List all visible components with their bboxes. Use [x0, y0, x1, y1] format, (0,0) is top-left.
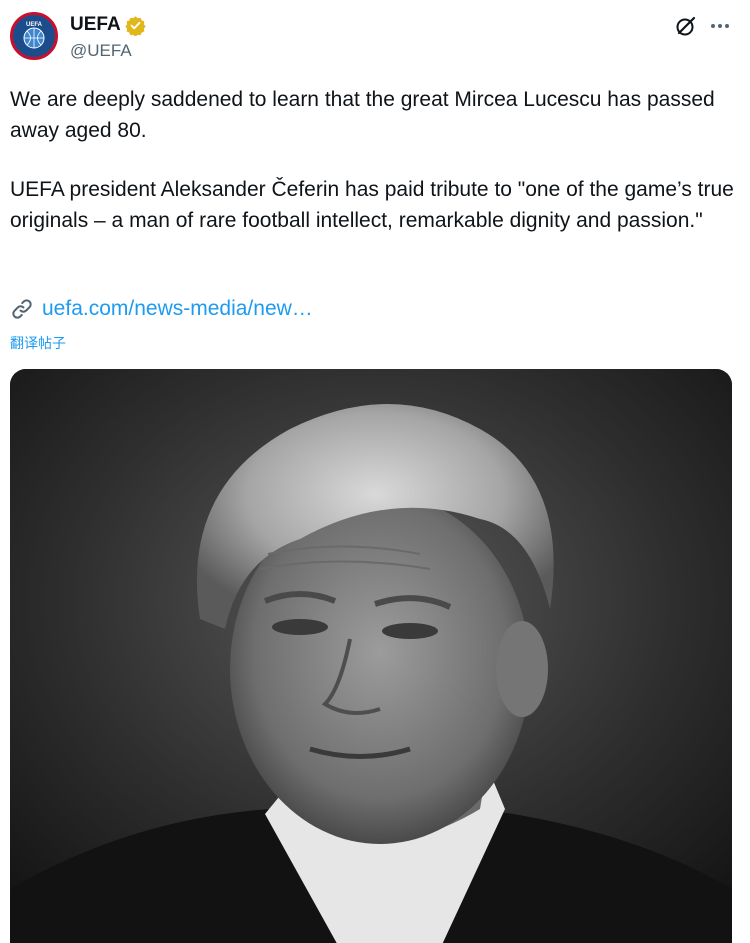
grok-icon[interactable]: [674, 14, 698, 38]
handle[interactable]: @UEFA: [70, 41, 132, 61]
verified-badge-icon: [125, 15, 146, 36]
name-row: UEFA: [70, 14, 146, 36]
tweet-text-paragraph-1: We are deeply saddened to learn that the…: [10, 88, 715, 142]
article-link[interactable]: uefa.com/news-media/new…: [42, 297, 313, 321]
tweet: UEFA UEFA @UEFA We are deeply saddened t…: [0, 0, 750, 943]
link-row[interactable]: uefa.com/news-media/new…: [10, 297, 313, 321]
more-icon[interactable]: [708, 14, 732, 38]
portrait-image: [10, 369, 732, 943]
avatar[interactable]: UEFA: [10, 12, 58, 60]
svg-text:UEFA: UEFA: [26, 22, 43, 28]
uefa-logo-icon: UEFA: [14, 16, 54, 56]
tweet-text-paragraph-2: UEFA president Aleksander Čeferin has pa…: [10, 178, 734, 232]
translate-post-button[interactable]: 翻译帖子: [10, 333, 66, 353]
link-icon: [12, 299, 32, 319]
display-name[interactable]: UEFA: [70, 14, 121, 36]
tweet-photo[interactable]: [10, 369, 732, 943]
